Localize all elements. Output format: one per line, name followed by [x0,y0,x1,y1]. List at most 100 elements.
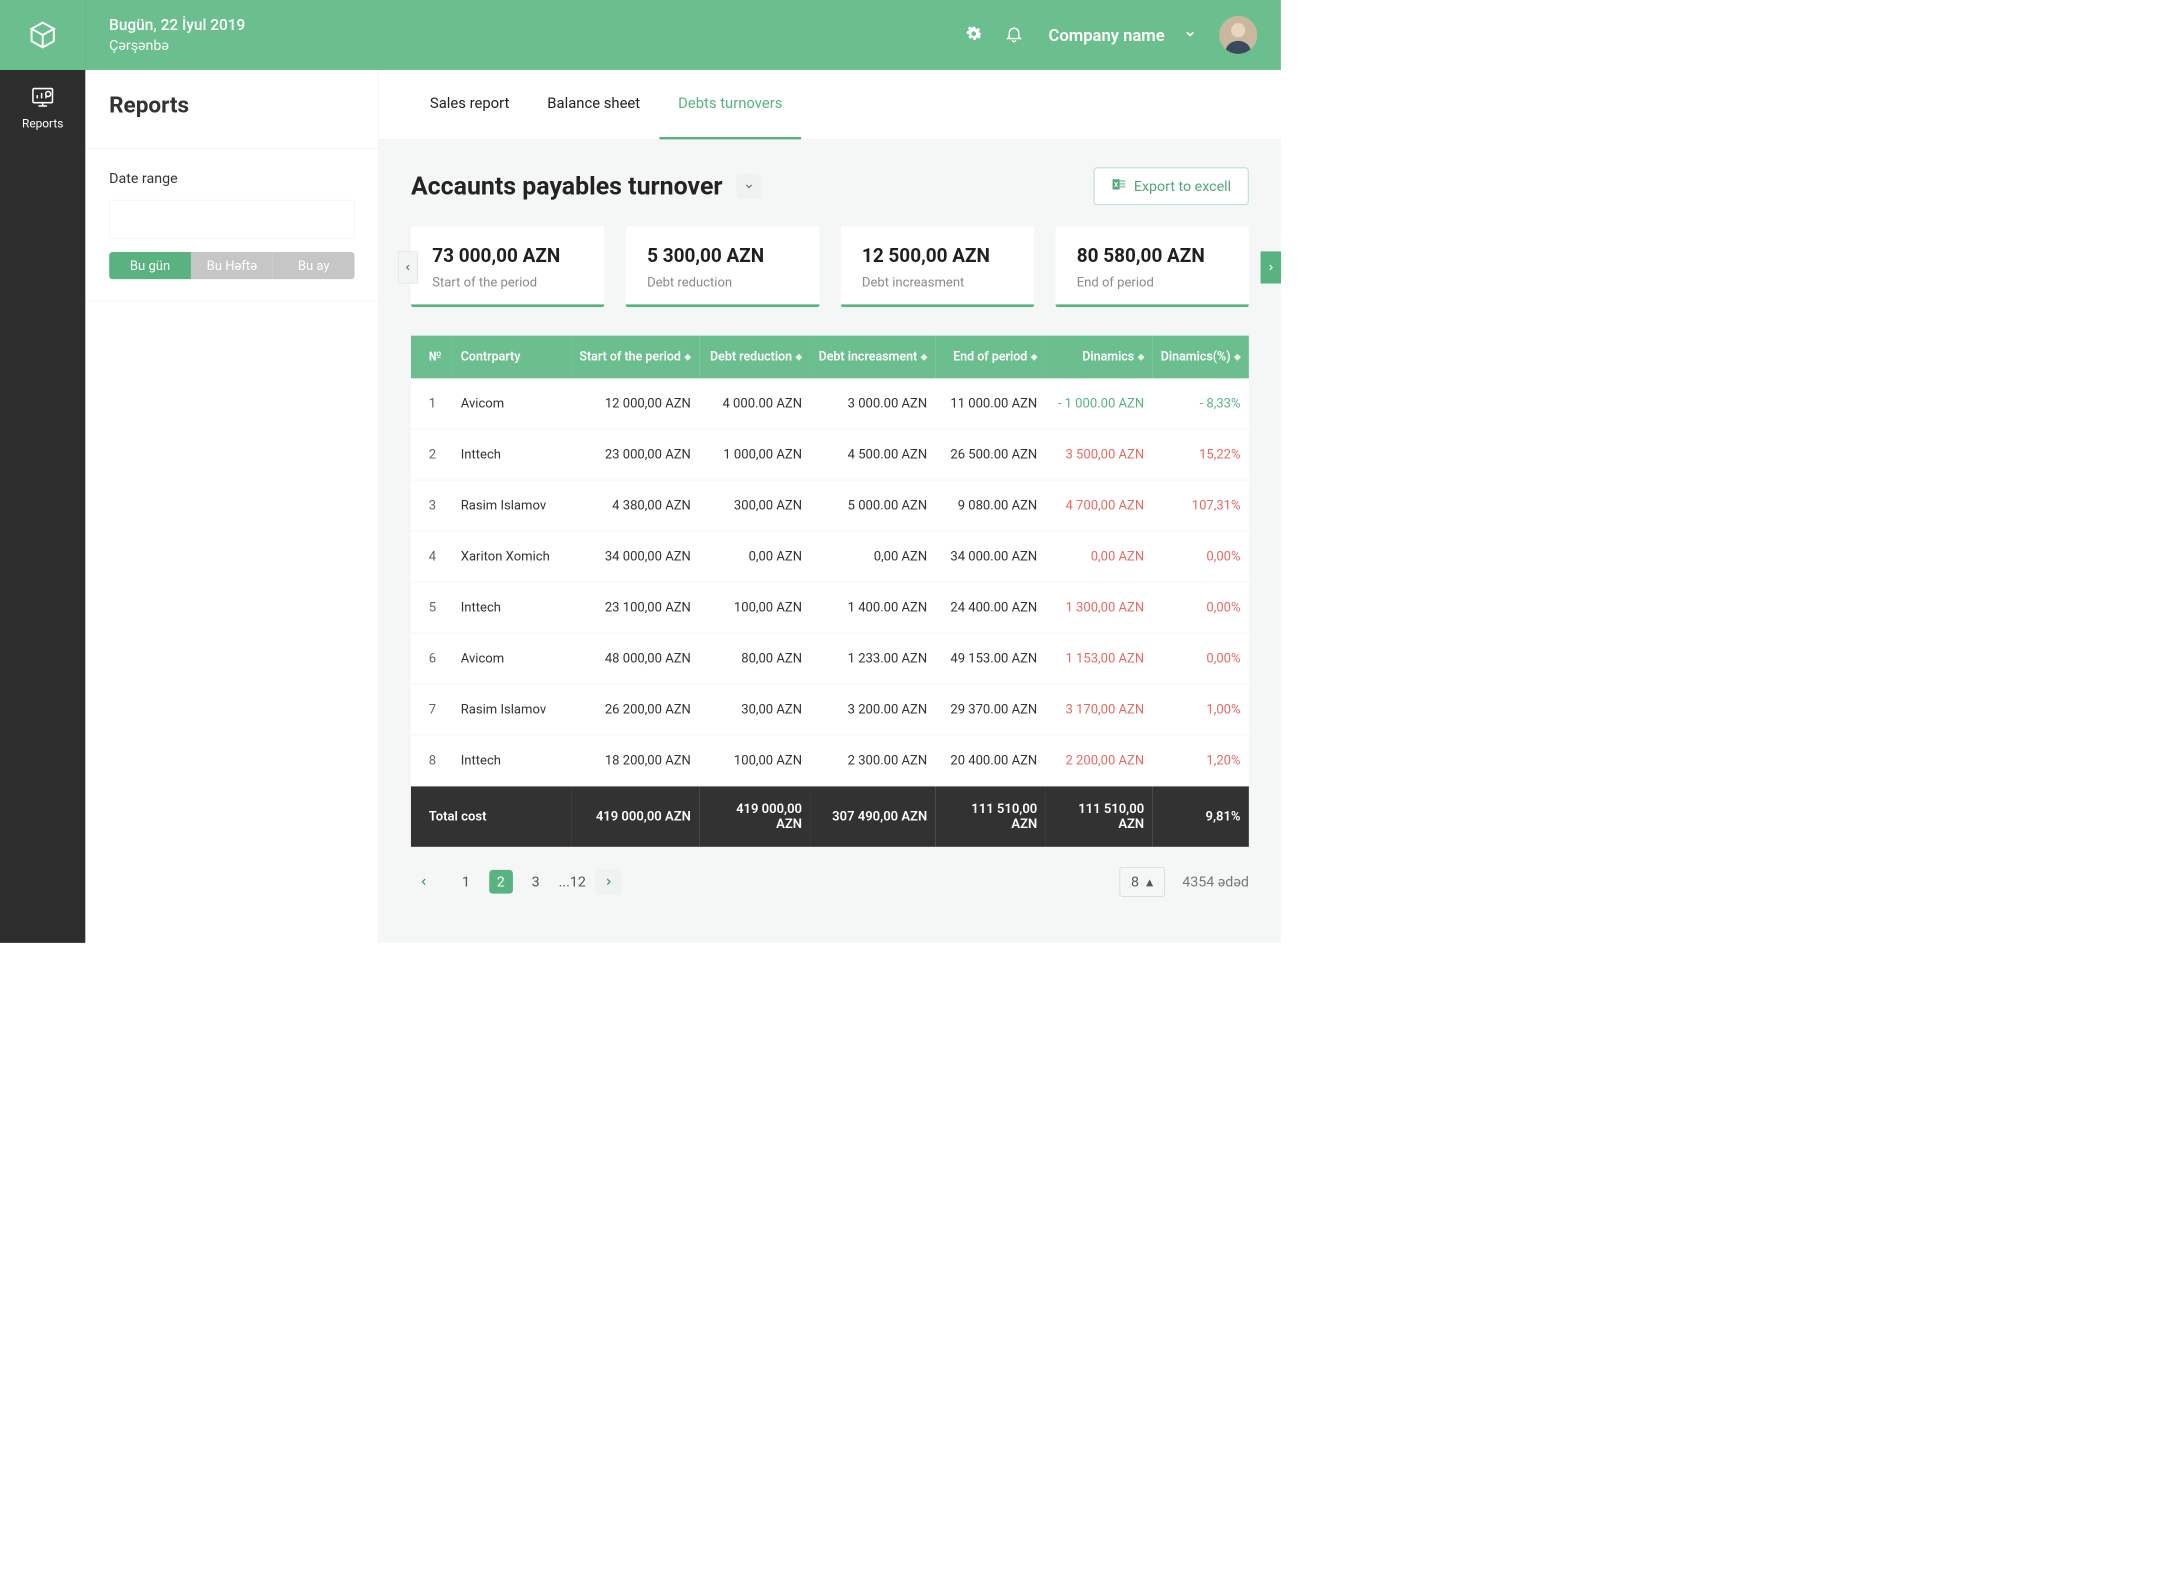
date-range-label: Date range [109,170,355,187]
cell-end: 26 500.00 AZN [935,429,1045,480]
app-logo[interactable] [0,0,85,70]
kpi-card: 73 000,00 AZN Start of the period [411,227,604,308]
cell-contrparty: Rasim Islamov [452,684,571,735]
cell-increase: 5 000.00 AZN [810,480,935,531]
page-title: Accaunts payables turnover [411,172,723,201]
cell-end: 34 000.00 AZN [935,531,1045,582]
cell-dinamics: 3 500,00 AZN [1046,429,1153,480]
cell-start: 23 000,00 AZN [571,429,699,480]
table-row[interactable]: 7 Rasim Islamov 26 200,00 AZN 30,00 AZN … [411,684,1249,735]
company-name: Company name [1049,25,1165,45]
seg-today[interactable]: Bu gün [109,252,191,279]
cell-dinamics: 1 300,00 AZN [1046,582,1153,633]
col-increase[interactable]: Debt increasment◆ [810,336,935,379]
col-reduction[interactable]: Debt reduction◆ [699,336,810,379]
seg-month[interactable]: Bu ay [273,252,355,279]
table-row[interactable]: 8 Inttech 18 200,00 AZN 100,00 AZN 2 300… [411,735,1249,786]
nav-rail: Reports [0,0,85,943]
cell-start: 4 380,00 AZN [571,480,699,531]
table-row[interactable]: 1 Avicom 12 000,00 AZN 4 000.00 AZN 3 00… [411,378,1249,429]
cell-end: 24 400.00 AZN [935,582,1045,633]
page-title-dropdown[interactable] [737,174,762,199]
cell-increase: 1 400.00 AZN [810,582,935,633]
cell-dinamics: 3 170,00 AZN [1046,684,1153,735]
seg-week[interactable]: Bu Həftə [191,252,273,279]
tab-balance[interactable]: Balance sheet [528,70,659,139]
tab-debts[interactable]: Debts turnovers [659,70,801,139]
cell-increase: 0,00 AZN [810,531,935,582]
cell-num: 7 [411,684,453,735]
col-end[interactable]: End of period◆ [935,336,1045,379]
kpi-value: 73 000,00 AZN [432,244,583,267]
cell-num: 6 [411,633,453,684]
cell-reduction: 1 000,00 AZN [699,429,810,480]
table-row[interactable]: 6 Avicom 48 000,00 AZN 80,00 AZN 1 233.0… [411,633,1249,684]
cell-reduction: 100,00 AZN [699,582,810,633]
table-row[interactable]: 3 Rasim Islamov 4 380,00 AZN 300,00 AZN … [411,480,1249,531]
export-label: Export to excell [1134,178,1231,195]
col-num[interactable]: № [411,336,453,379]
cell-end: 9 080.00 AZN [935,480,1045,531]
page-3[interactable]: 3 [532,873,540,890]
kpi-label: End of period [1077,275,1228,290]
table-row[interactable]: 5 Inttech 23 100,00 AZN 100,00 AZN 1 400… [411,582,1249,633]
rail-item-label: Reports [0,116,85,130]
header-date: Bugün, 22 İyul 2019 [109,17,245,35]
export-button[interactable]: Export to excell [1094,167,1249,205]
date-range-input[interactable] [109,200,355,239]
cell-num: 1 [411,378,453,429]
total-din: 111 510,00 AZN [1046,786,1153,847]
kpi-next-button[interactable] [1261,251,1281,283]
cell-contrparty: Avicom [452,378,571,429]
avatar[interactable] [1219,16,1257,54]
page-prev[interactable] [411,869,437,895]
kpi-label: Debt increasment [862,275,1013,290]
cell-dinamics-pct: 15,22% [1152,429,1248,480]
cell-num: 8 [411,735,453,786]
header-bar: Bugün, 22 İyul 2019 Çərşənbə Company nam… [85,0,1280,70]
cell-dinamics: 0,00 AZN [1046,531,1153,582]
cell-start: 26 200,00 AZN [571,684,699,735]
cell-dinamics-pct: 1,00% [1152,684,1248,735]
cell-contrparty: Rasim Islamov [452,480,571,531]
table-row[interactable]: 4 Xariton Xomich 34 000,00 AZN 0,00 AZN … [411,531,1249,582]
cell-dinamics-pct: 0,00% [1152,531,1248,582]
table-row[interactable]: 2 Inttech 23 000,00 AZN 1 000,00 AZN 4 5… [411,429,1249,480]
cell-contrparty: Avicom [452,633,571,684]
cell-num: 4 [411,531,453,582]
col-dinamics[interactable]: Dinamics◆ [1046,336,1153,379]
page-1[interactable]: 1 [462,873,470,890]
kpi-value: 5 300,00 AZN [647,244,798,267]
kpi-prev-button[interactable] [398,251,418,283]
col-dinamics-pct[interactable]: Dinamics(%)◆ [1152,336,1248,379]
company-caret-icon[interactable] [1184,27,1197,42]
cell-dinamics-pct: - 8,33% [1152,378,1248,429]
kpi-label: Start of the period [432,275,583,290]
gear-icon[interactable] [964,24,983,45]
cell-increase: 2 300.00 AZN [810,735,935,786]
cell-reduction: 4 000.00 AZN [699,378,810,429]
bell-icon[interactable] [1005,24,1024,45]
cell-end: 11 000.00 AZN [935,378,1045,429]
rail-item-reports[interactable]: Reports [0,70,85,145]
page-next[interactable] [595,869,621,895]
page-2[interactable]: 2 [489,870,513,894]
col-contrparty[interactable]: Contrparty [452,336,571,379]
cell-reduction: 100,00 AZN [699,735,810,786]
cell-increase: 3 000.00 AZN [810,378,935,429]
cell-end: 20 400.00 AZN [935,735,1045,786]
cell-end: 49 153.00 AZN [935,633,1045,684]
total-label: Total cost [411,786,571,847]
cell-dinamics: - 1 000.00 AZN [1046,378,1153,429]
cell-dinamics-pct: 0,00% [1152,582,1248,633]
per-page-value: 8 [1131,873,1139,890]
tabs-bar: Sales report Balance sheet Debts turnove… [379,70,1281,140]
tab-sales[interactable]: Sales report [411,70,528,139]
col-start[interactable]: Start of the period◆ [571,336,699,379]
per-page-select[interactable]: 8 ▴ [1120,867,1165,897]
cell-contrparty: Inttech [452,582,571,633]
cell-increase: 4 500.00 AZN [810,429,935,480]
page-12[interactable]: ...12 [559,873,586,890]
cell-num: 3 [411,480,453,531]
cell-increase: 3 200.00 AZN [810,684,935,735]
